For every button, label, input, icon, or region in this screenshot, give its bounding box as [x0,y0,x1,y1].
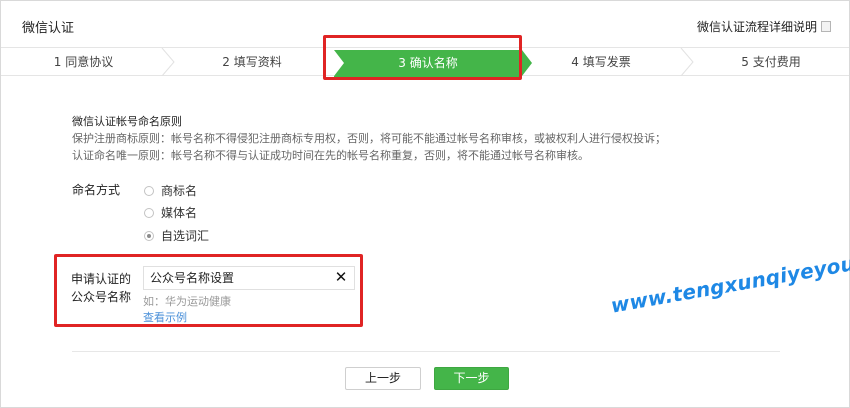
document-icon [821,21,831,32]
step-payment: 5 支付费用 [741,55,801,69]
radio-media[interactable]: 媒体名 [144,204,197,221]
radio-label[interactable]: 自选词汇 [161,227,209,244]
step-highlight-box [323,35,522,80]
account-name-label: 申请认证的公众号名称 [71,272,132,304]
rules-line: 认证命名唯一原则：帐号名称不得与认证成功时间在先的帐号名称重复，否则，将不能通过… [72,149,589,162]
radio-label[interactable]: 商标名 [161,182,197,199]
radio-icon[interactable] [144,230,154,241]
rules-title: 微信认证帐号命名原则 [72,115,182,128]
naming-method-label: 命名方式 [72,183,121,197]
close-icon[interactable]: ✕ [334,269,348,285]
step-fill-info: 2 填写资料 [222,55,282,69]
radio-custom-words[interactable]: 自选词汇 [144,227,209,244]
help-link[interactable]: 微信认证流程详细说明 [697,18,831,35]
radio-icon[interactable] [144,185,154,196]
rules-line: 保护注册商标原则：帐号名称不得侵犯注册商标专用权，否则，将可能不能通过帐号名称审… [72,132,666,145]
page-title: 微信认证 [22,21,75,36]
radio-trademark[interactable]: 商标名 [144,182,197,199]
verification-page: 微信认证 微信认证流程详细说明 1 同意协议 2 填写资料 3 确认名称 4 填… [0,0,850,408]
watermark: www.tengxunqiyeyou.com [609,241,850,318]
divider [72,351,780,352]
step-agree: 1 同意协议 [53,55,114,69]
help-link-label[interactable]: 微信认证流程详细说明 [697,18,817,35]
radio-icon[interactable] [144,207,154,218]
view-example-link[interactable]: 查看示例 [143,309,187,325]
next-step-button[interactable]: 下一步 [434,367,509,390]
example-hint: 如：华为运动健康 [143,295,231,308]
previous-step-button[interactable]: 上一步 [345,367,421,390]
step-separator [680,48,694,76]
naming-rules: 微信认证帐号命名原则 保护注册商标原则：帐号名称不得侵犯注册商标专用权，否则，将… [72,113,666,164]
radio-label[interactable]: 媒体名 [161,204,197,221]
step-invoice: 4 填写发票 [571,55,631,69]
account-name-input[interactable]: 公众号名称设置 [143,266,355,290]
